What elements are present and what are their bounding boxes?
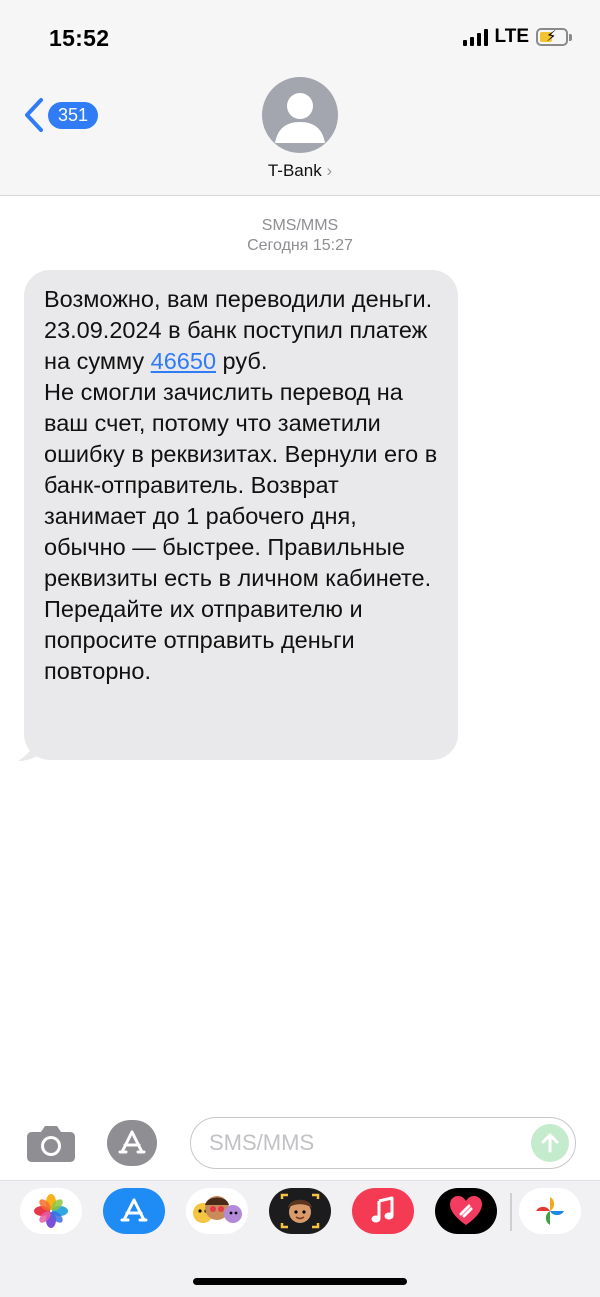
signal-strength-icon [462,28,488,46]
app-store-app-button[interactable] [103,1188,165,1234]
status-indicators: LTE ⚡ [462,26,572,48]
app-store-icon [118,1130,146,1154]
photos-app-button[interactable] [20,1188,82,1234]
status-time: 15:52 [49,25,110,51]
heart-touch-icon [450,1196,482,1225]
message-timestamp: Сегодня 15:27 [247,237,353,254]
apps-button[interactable] [107,1120,157,1166]
memoji-stickers-app-button[interactable] [186,1188,248,1234]
google-photos-pinwheel-icon [536,1197,564,1225]
imessage-app-drawer [0,1180,600,1297]
person-silhouette-icon [275,93,325,143]
camera-icon [27,1126,75,1162]
memoji-app-button[interactable] [269,1188,331,1234]
conversation-header: 15:52 LTE ⚡ 351 T-Bank › [0,0,600,196]
arrow-up-icon [541,1133,559,1153]
memoji-icon [280,1193,320,1229]
camera-button[interactable] [26,1124,76,1167]
network-type: LTE [494,26,529,47]
home-indicator [193,1278,407,1285]
app-store-icon [120,1198,148,1222]
contact-name-button[interactable]: T-Bank › [0,161,600,181]
contact-name: T-Bank [267,161,322,180]
digital-touch-app-button[interactable] [435,1188,497,1234]
app-strip-divider [510,1193,512,1231]
photos-flower-icon [34,1194,68,1228]
chevron-left-icon [25,98,43,132]
message-input[interactable] [209,1130,529,1156]
message-channel-label: SMS/MMS [261,217,339,234]
message-input-field[interactable] [190,1117,576,1169]
google-photos-app-button[interactable] [519,1188,581,1234]
music-app-button[interactable] [352,1188,414,1234]
contact-avatar[interactable] [262,77,338,153]
amount-link[interactable]: 46650 [151,348,216,374]
battery-cap [569,33,572,41]
music-note-icon [371,1196,394,1223]
memoji-stickers-icon [193,1196,242,1223]
message-text-end: руб. Не смогли зачислить перевод на ваш … [44,348,438,684]
incoming-message-bubble[interactable]: Возможно, вам переводили деньги. 23.09.2… [24,270,458,760]
send-button[interactable] [531,1124,569,1162]
battery-charging-icon: ⚡ [536,28,568,46]
back-button[interactable]: 351 [24,97,99,133]
chevron-right-icon: › [326,161,333,180]
unread-count-badge: 351 [48,101,99,129]
